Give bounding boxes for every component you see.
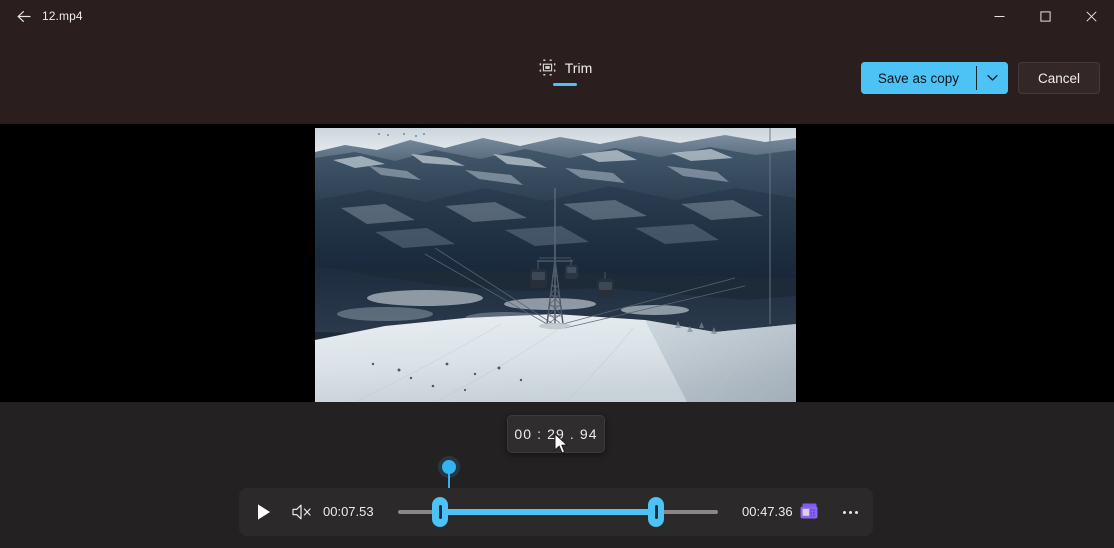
cancel-button[interactable]: Cancel bbox=[1017, 62, 1100, 94]
tab-trim[interactable]: Trim bbox=[520, 58, 610, 86]
window-title: 12.mp4 bbox=[42, 9, 83, 23]
trim-end-handle[interactable] bbox=[648, 497, 664, 527]
mouse-cursor bbox=[554, 433, 569, 454]
more-dot bbox=[854, 510, 858, 514]
trim-icon bbox=[539, 59, 556, 76]
video-frame-image bbox=[315, 128, 796, 402]
playback-control-bar: 00:07.53 00:47.36 bbox=[239, 488, 873, 536]
speaker-mute-icon bbox=[292, 504, 311, 520]
tab-trim-content: Trim bbox=[538, 58, 592, 77]
play-button[interactable] bbox=[250, 498, 278, 526]
current-time-label: 00:07.53 bbox=[323, 504, 374, 519]
slider-selected-range[interactable] bbox=[440, 509, 656, 515]
title-bar: 12.mp4 bbox=[0, 0, 1114, 32]
video-clip-icon[interactable] bbox=[797, 500, 821, 524]
play-icon bbox=[258, 504, 270, 520]
save-as-copy-button[interactable]: Save as copy bbox=[860, 62, 976, 94]
maximize-icon[interactable] bbox=[1022, 0, 1068, 32]
window-controls bbox=[976, 0, 1114, 32]
more-dot bbox=[842, 510, 846, 514]
tab-active-indicator bbox=[553, 83, 577, 86]
save-dropdown-button[interactable] bbox=[976, 62, 1008, 94]
trim-slider[interactable] bbox=[398, 497, 718, 527]
mute-button[interactable] bbox=[289, 500, 315, 524]
tab-trim-label: Trim bbox=[564, 59, 593, 76]
command-bar: Trim Save as copy Cancel bbox=[0, 32, 1114, 124]
save-split-button: Save as copy bbox=[860, 62, 1008, 94]
close-icon[interactable] bbox=[1068, 0, 1114, 32]
editor-lower-panel: 00 : 29 . 94 00:07.53 00:47.36 bbox=[0, 402, 1114, 548]
video-editor-window: 12.mp4 Trim Save as copy Cancel 00: 29 … bbox=[0, 0, 1114, 548]
minimize-icon[interactable] bbox=[976, 0, 1022, 32]
total-time-label: 00:47.36 bbox=[742, 504, 793, 519]
video-preview[interactable] bbox=[315, 128, 796, 402]
video-stage bbox=[0, 124, 1114, 402]
slider-rail-right[interactable] bbox=[656, 510, 718, 514]
chevron-down-icon bbox=[987, 74, 998, 81]
handle-grip bbox=[438, 505, 442, 519]
more-options-button[interactable] bbox=[837, 500, 863, 524]
trim-start-handle[interactable] bbox=[432, 497, 448, 527]
action-buttons: Save as copy Cancel bbox=[860, 62, 1100, 94]
handle-grip bbox=[654, 505, 658, 519]
back-arrow-icon[interactable] bbox=[0, 0, 46, 32]
more-dot bbox=[848, 510, 852, 514]
